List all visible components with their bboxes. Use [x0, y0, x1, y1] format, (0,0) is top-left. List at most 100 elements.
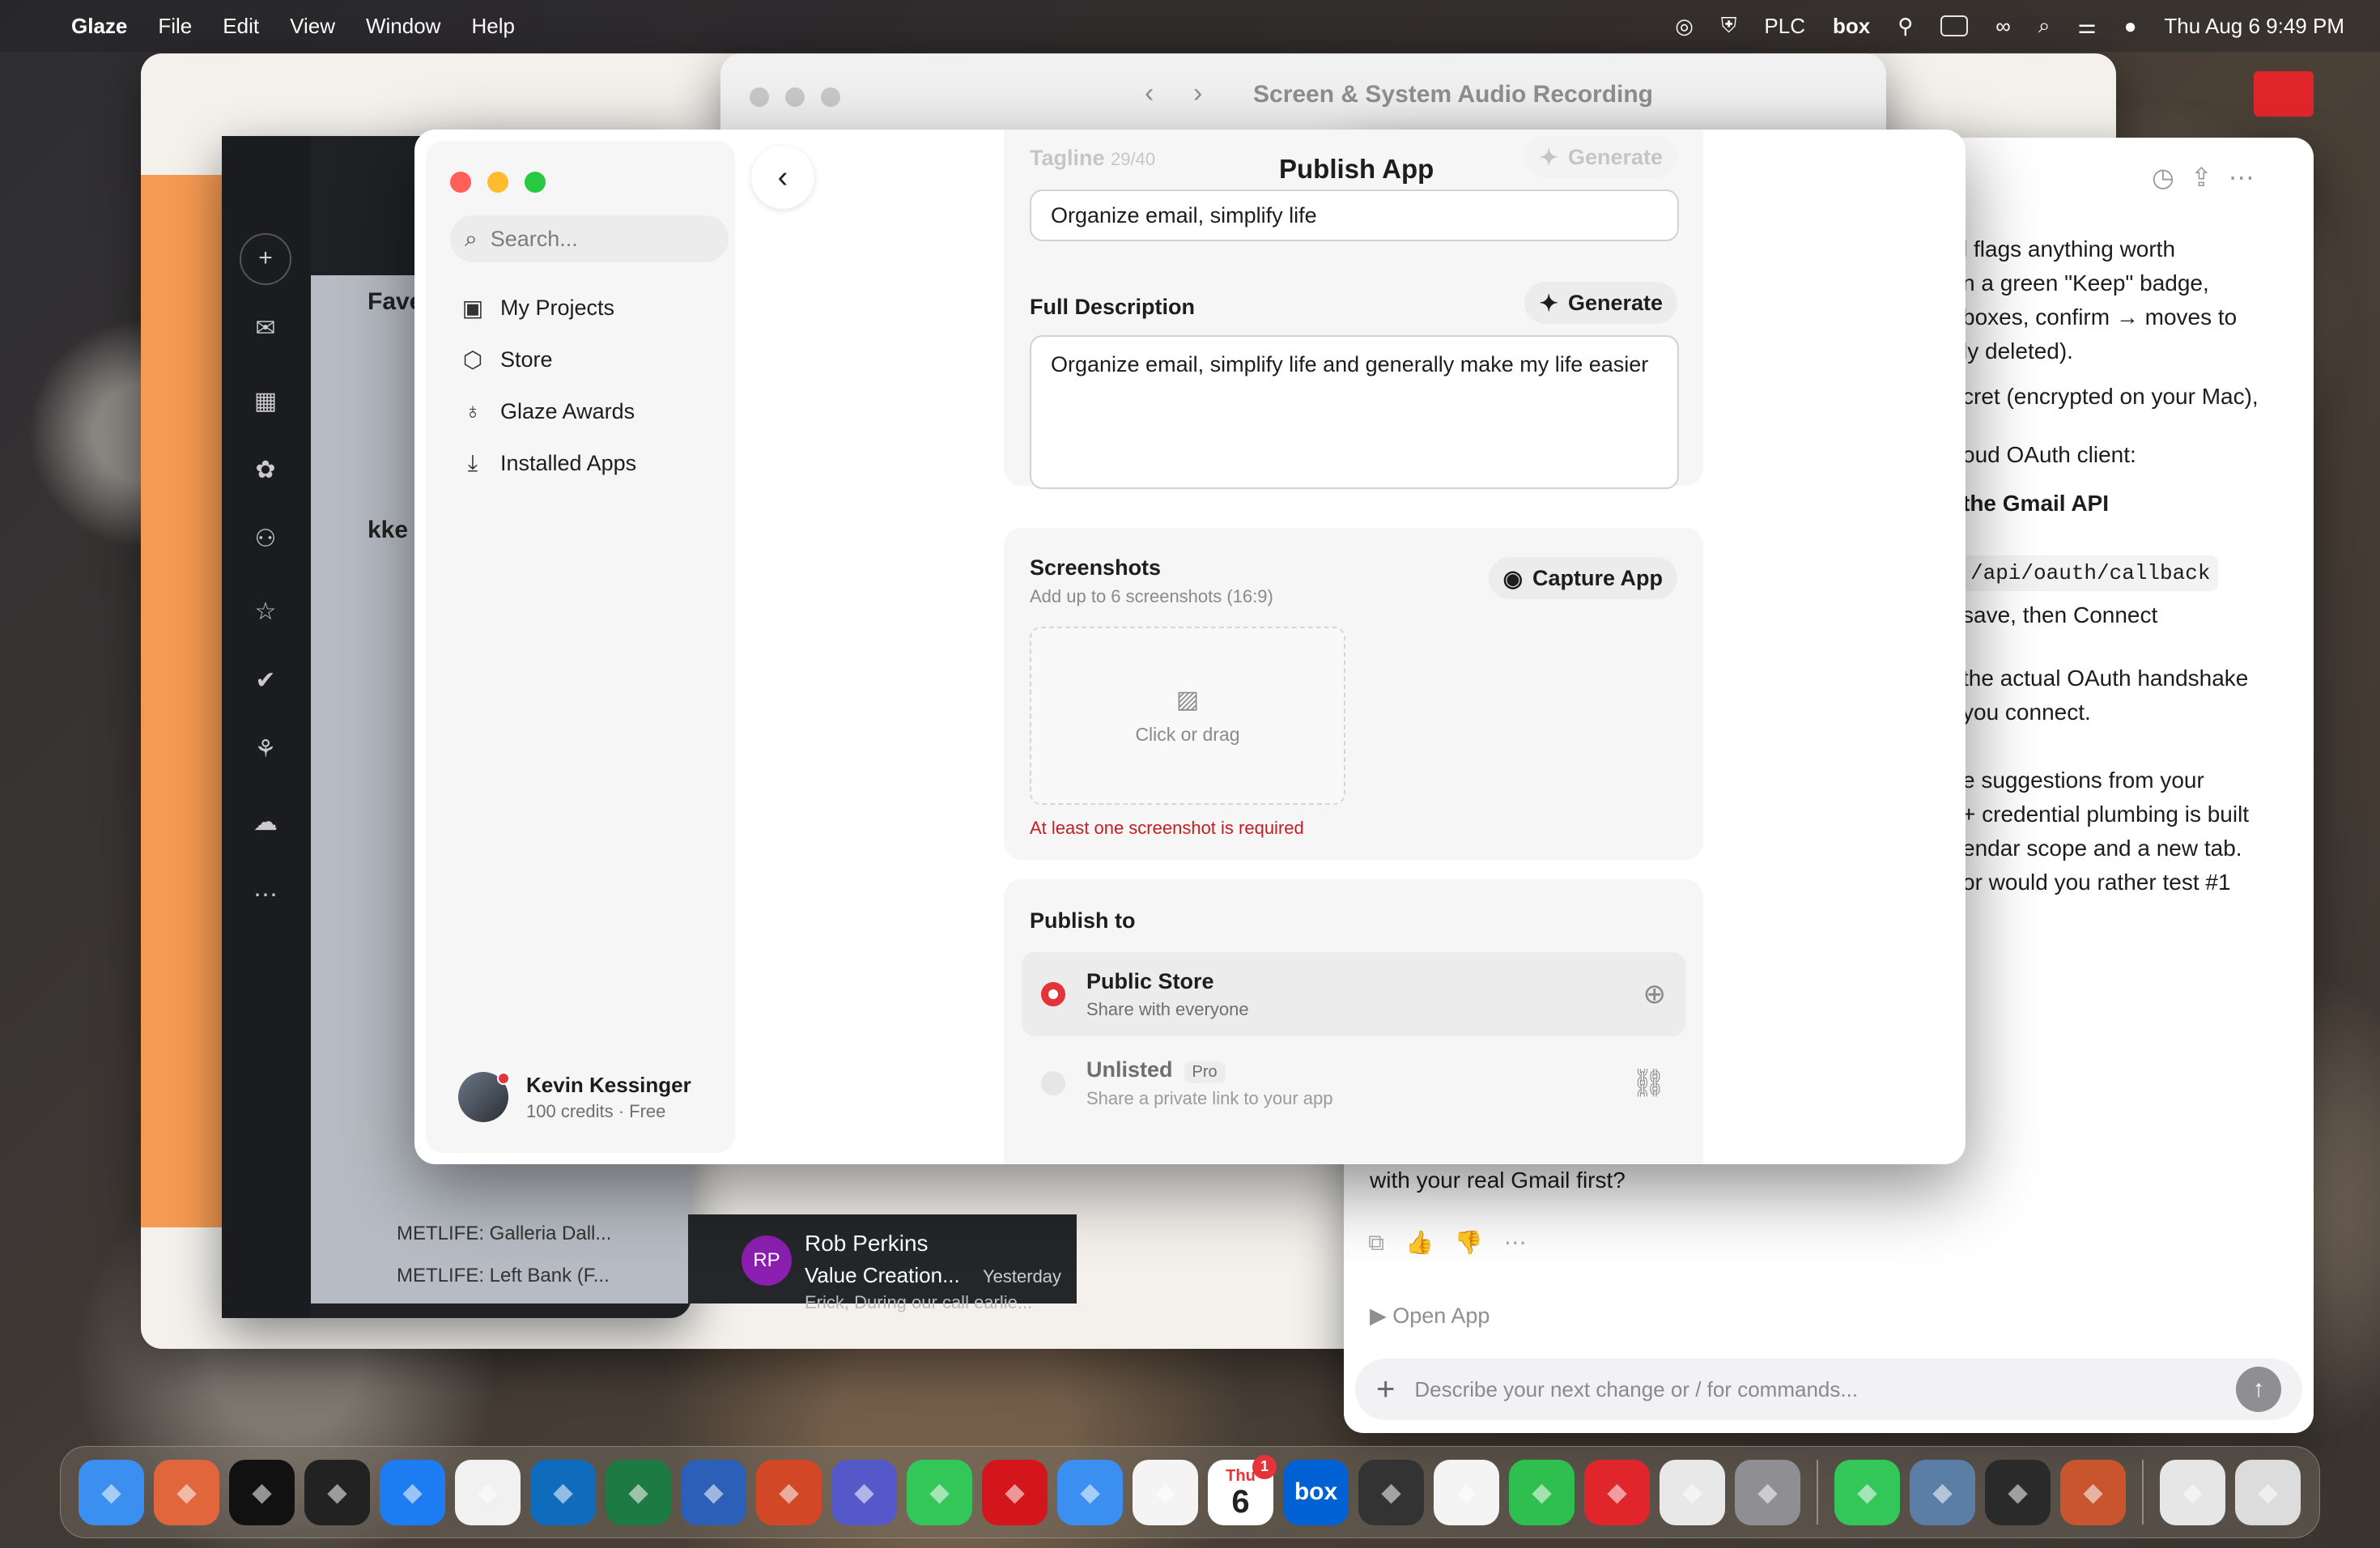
dock-app-preview[interactable]: ◆	[2060, 1459, 2126, 1525]
dock-app-finder[interactable]: ◆	[79, 1459, 144, 1525]
dock-app-phone[interactable]: ◆	[1834, 1459, 1900, 1525]
sidebar-item-glaze-awards[interactable]: ♁ Glaze Awards	[460, 398, 635, 424]
cloud-icon[interactable]: ☁	[249, 808, 282, 837]
menu-bar-status: ◎ ⛨ PLC box ⚲ ∞ ⌕ ⚌ ● Thu Aug 6 9:49 PM	[1675, 13, 2344, 39]
dock-app-launchpad[interactable]: ◆	[1660, 1459, 1725, 1525]
dock-app-outlook[interactable]: ◆	[530, 1459, 596, 1525]
chat-message-last-line: with your real Gmail first?	[1370, 1167, 1626, 1193]
open-app-label: Open App	[1392, 1303, 1490, 1328]
sidebar-item-label: Store	[500, 347, 553, 372]
menu-view[interactable]: View	[290, 14, 335, 39]
menu-bar: Glaze File Edit View Window Help ◎ ⛨ PLC…	[0, 0, 2380, 52]
dock-app-reminders[interactable]: ◆	[1133, 1459, 1198, 1525]
sparkles-icon: ✦	[1539, 144, 1558, 170]
zoom-window-button[interactable]	[525, 172, 546, 193]
publish-option-unlisted[interactable]: Unlisted Pro Share a private link to your…	[1022, 1041, 1685, 1125]
chevron-right-icon[interactable]: ›	[1193, 78, 1202, 109]
dock-app-word[interactable]: ◆	[681, 1459, 746, 1525]
chat-message-line: or would you rather test #1	[1962, 870, 2231, 895]
chat-input[interactable]: + Describe your next change or / for com…	[1355, 1359, 2302, 1420]
people-icon[interactable]: ⚇	[249, 525, 282, 554]
dock-app-mail[interactable]: ◆	[1057, 1459, 1123, 1525]
publish-option-public-store[interactable]: Public Store Share with everyone ⊕	[1022, 952, 1685, 1036]
sidebar-item-store[interactable]: ⬡ Store	[460, 347, 553, 372]
dock-app-messages[interactable]: ◆	[907, 1459, 972, 1525]
dock-app-claude[interactable]: ◆	[154, 1459, 219, 1525]
dock-app-quip[interactable]: ◆	[1584, 1459, 1650, 1525]
dock-app-calendar[interactable]: Thu 6 1	[1208, 1454, 1277, 1525]
mail-icon[interactable]: ✉	[249, 314, 282, 343]
box-status[interactable]: box	[1833, 14, 1870, 39]
plc-status[interactable]: PLC	[1764, 14, 1805, 39]
dock-app-system-settings[interactable]: ◆	[1735, 1459, 1800, 1525]
more-icon[interactable]: ⋯	[249, 881, 282, 910]
sidebar-item-installed-apps[interactable]: ⤓ Installed Apps	[460, 450, 636, 476]
menu-edit[interactable]: Edit	[223, 14, 259, 39]
dock-app-downloads[interactable]: ◆	[2160, 1459, 2225, 1525]
dock-app-chrome[interactable]: ◆	[455, 1459, 521, 1525]
menu-help[interactable]: Help	[471, 14, 514, 39]
dock-app-automator[interactable]: ◆	[1910, 1459, 1975, 1525]
dock-app-acrobat[interactable]: ◆	[982, 1459, 1048, 1525]
control-center-icon[interactable]: ⚌	[2077, 14, 2096, 39]
sidebar-item-my-projects[interactable]: ▣ My Projects	[460, 295, 614, 321]
notification-dot	[497, 1072, 510, 1085]
dock-app-glaze[interactable]: ◆	[1985, 1459, 2051, 1525]
screenshot-dropzone[interactable]: ▨ Click or drag	[1030, 627, 1345, 805]
compose-icon[interactable]: +	[240, 233, 291, 285]
dock-app-trash[interactable]: ◆	[2235, 1459, 2301, 1525]
send-arrow-icon[interactable]: ↑	[2236, 1367, 2281, 1412]
dock-app-calculator[interactable]: ◆	[1358, 1459, 1424, 1525]
dock-app-excel[interactable]: ◆	[606, 1459, 671, 1525]
shield-icon[interactable]: ⛨	[1721, 13, 1737, 39]
sender-name: Rob Perkins	[805, 1231, 929, 1256]
folder-icon[interactable]	[2254, 71, 2314, 117]
mail-preview-row[interactable]: RP Rob Perkins Value Creation... Yesterd…	[688, 1214, 1077, 1312]
mail-folder-item[interactable]: METLIFE: Galleria Dall...	[397, 1223, 611, 1245]
user-credits: 100 credits · Free	[526, 1100, 666, 1121]
description-generate-button[interactable]: ✦ Generate	[1524, 282, 1677, 324]
dock-app-safari[interactable]: ◆	[380, 1459, 445, 1525]
minimize-window-button[interactable]	[487, 172, 508, 193]
tagline-generate-button[interactable]: ✦ Generate	[1524, 136, 1677, 178]
menu-app-name[interactable]: Glaze	[71, 14, 127, 39]
dock-app-box[interactable]: box	[1283, 1459, 1349, 1525]
user-profile[interactable]: Kevin Kessinger 100 credits · Free	[458, 1072, 691, 1122]
calendar-icon[interactable]: ▦	[249, 387, 282, 416]
description-textarea[interactable]: Organize email, simplify life and genera…	[1030, 335, 1679, 489]
dock-app-photos[interactable]: ◆	[1434, 1459, 1499, 1525]
org-icon[interactable]: ⚘	[249, 735, 282, 764]
siri-icon[interactable]: ●	[2124, 14, 2137, 39]
checkmark-icon[interactable]: ✔	[249, 666, 282, 695]
chat-header-actions[interactable]: ◷⇪⋯	[2152, 162, 2271, 193]
radio-unselected[interactable]	[1041, 1071, 1065, 1095]
mail-folder-item[interactable]: METLIFE: Left Bank (F...	[397, 1265, 610, 1287]
attach-plus-icon[interactable]: +	[1376, 1372, 1395, 1408]
capture-app-button[interactable]: ◉ Capture App	[1488, 557, 1677, 599]
menu-file[interactable]: File	[158, 14, 192, 39]
chevron-left-icon[interactable]: ‹	[1145, 78, 1154, 109]
star-icon[interactable]: ☆	[249, 598, 282, 627]
camera-icon[interactable]: ◎	[1675, 14, 1694, 39]
dock-app-teams[interactable]: ◆	[831, 1459, 897, 1525]
dock-app-powerpoint[interactable]: ◆	[756, 1459, 822, 1525]
battery-icon[interactable]	[1940, 15, 1969, 36]
back-button[interactable]: ‹	[751, 146, 814, 209]
search-input[interactable]: ⌕ Search...	[450, 215, 729, 262]
dock-app-find-my[interactable]: ◆	[1509, 1459, 1575, 1525]
link-icon[interactable]: ∞	[1995, 14, 2011, 39]
dock-app-chatgpt[interactable]: ◆	[229, 1459, 295, 1525]
radio-selected[interactable]	[1041, 982, 1065, 1006]
search-icon[interactable]: ⌕	[2038, 13, 2051, 39]
copilot-icon[interactable]: ✿	[249, 456, 282, 485]
menu-window[interactable]: Window	[366, 14, 440, 39]
mail-time: Yesterday	[983, 1266, 1062, 1286]
tagline-input[interactable]: Organize email, simplify life	[1030, 189, 1679, 241]
close-window-button[interactable]	[450, 172, 471, 193]
finder-icon: ◆	[101, 1478, 121, 1506]
dock-app-proton[interactable]: ◆	[304, 1459, 370, 1525]
menu-extra-icon[interactable]: ⚲	[1898, 14, 1913, 39]
message-actions[interactable]: ⧉👍👎⋯	[1368, 1229, 1548, 1257]
menu-clock[interactable]: Thu Aug 6 9:49 PM	[2164, 14, 2344, 39]
open-app-button[interactable]: ▶ Open App	[1370, 1303, 1490, 1329]
